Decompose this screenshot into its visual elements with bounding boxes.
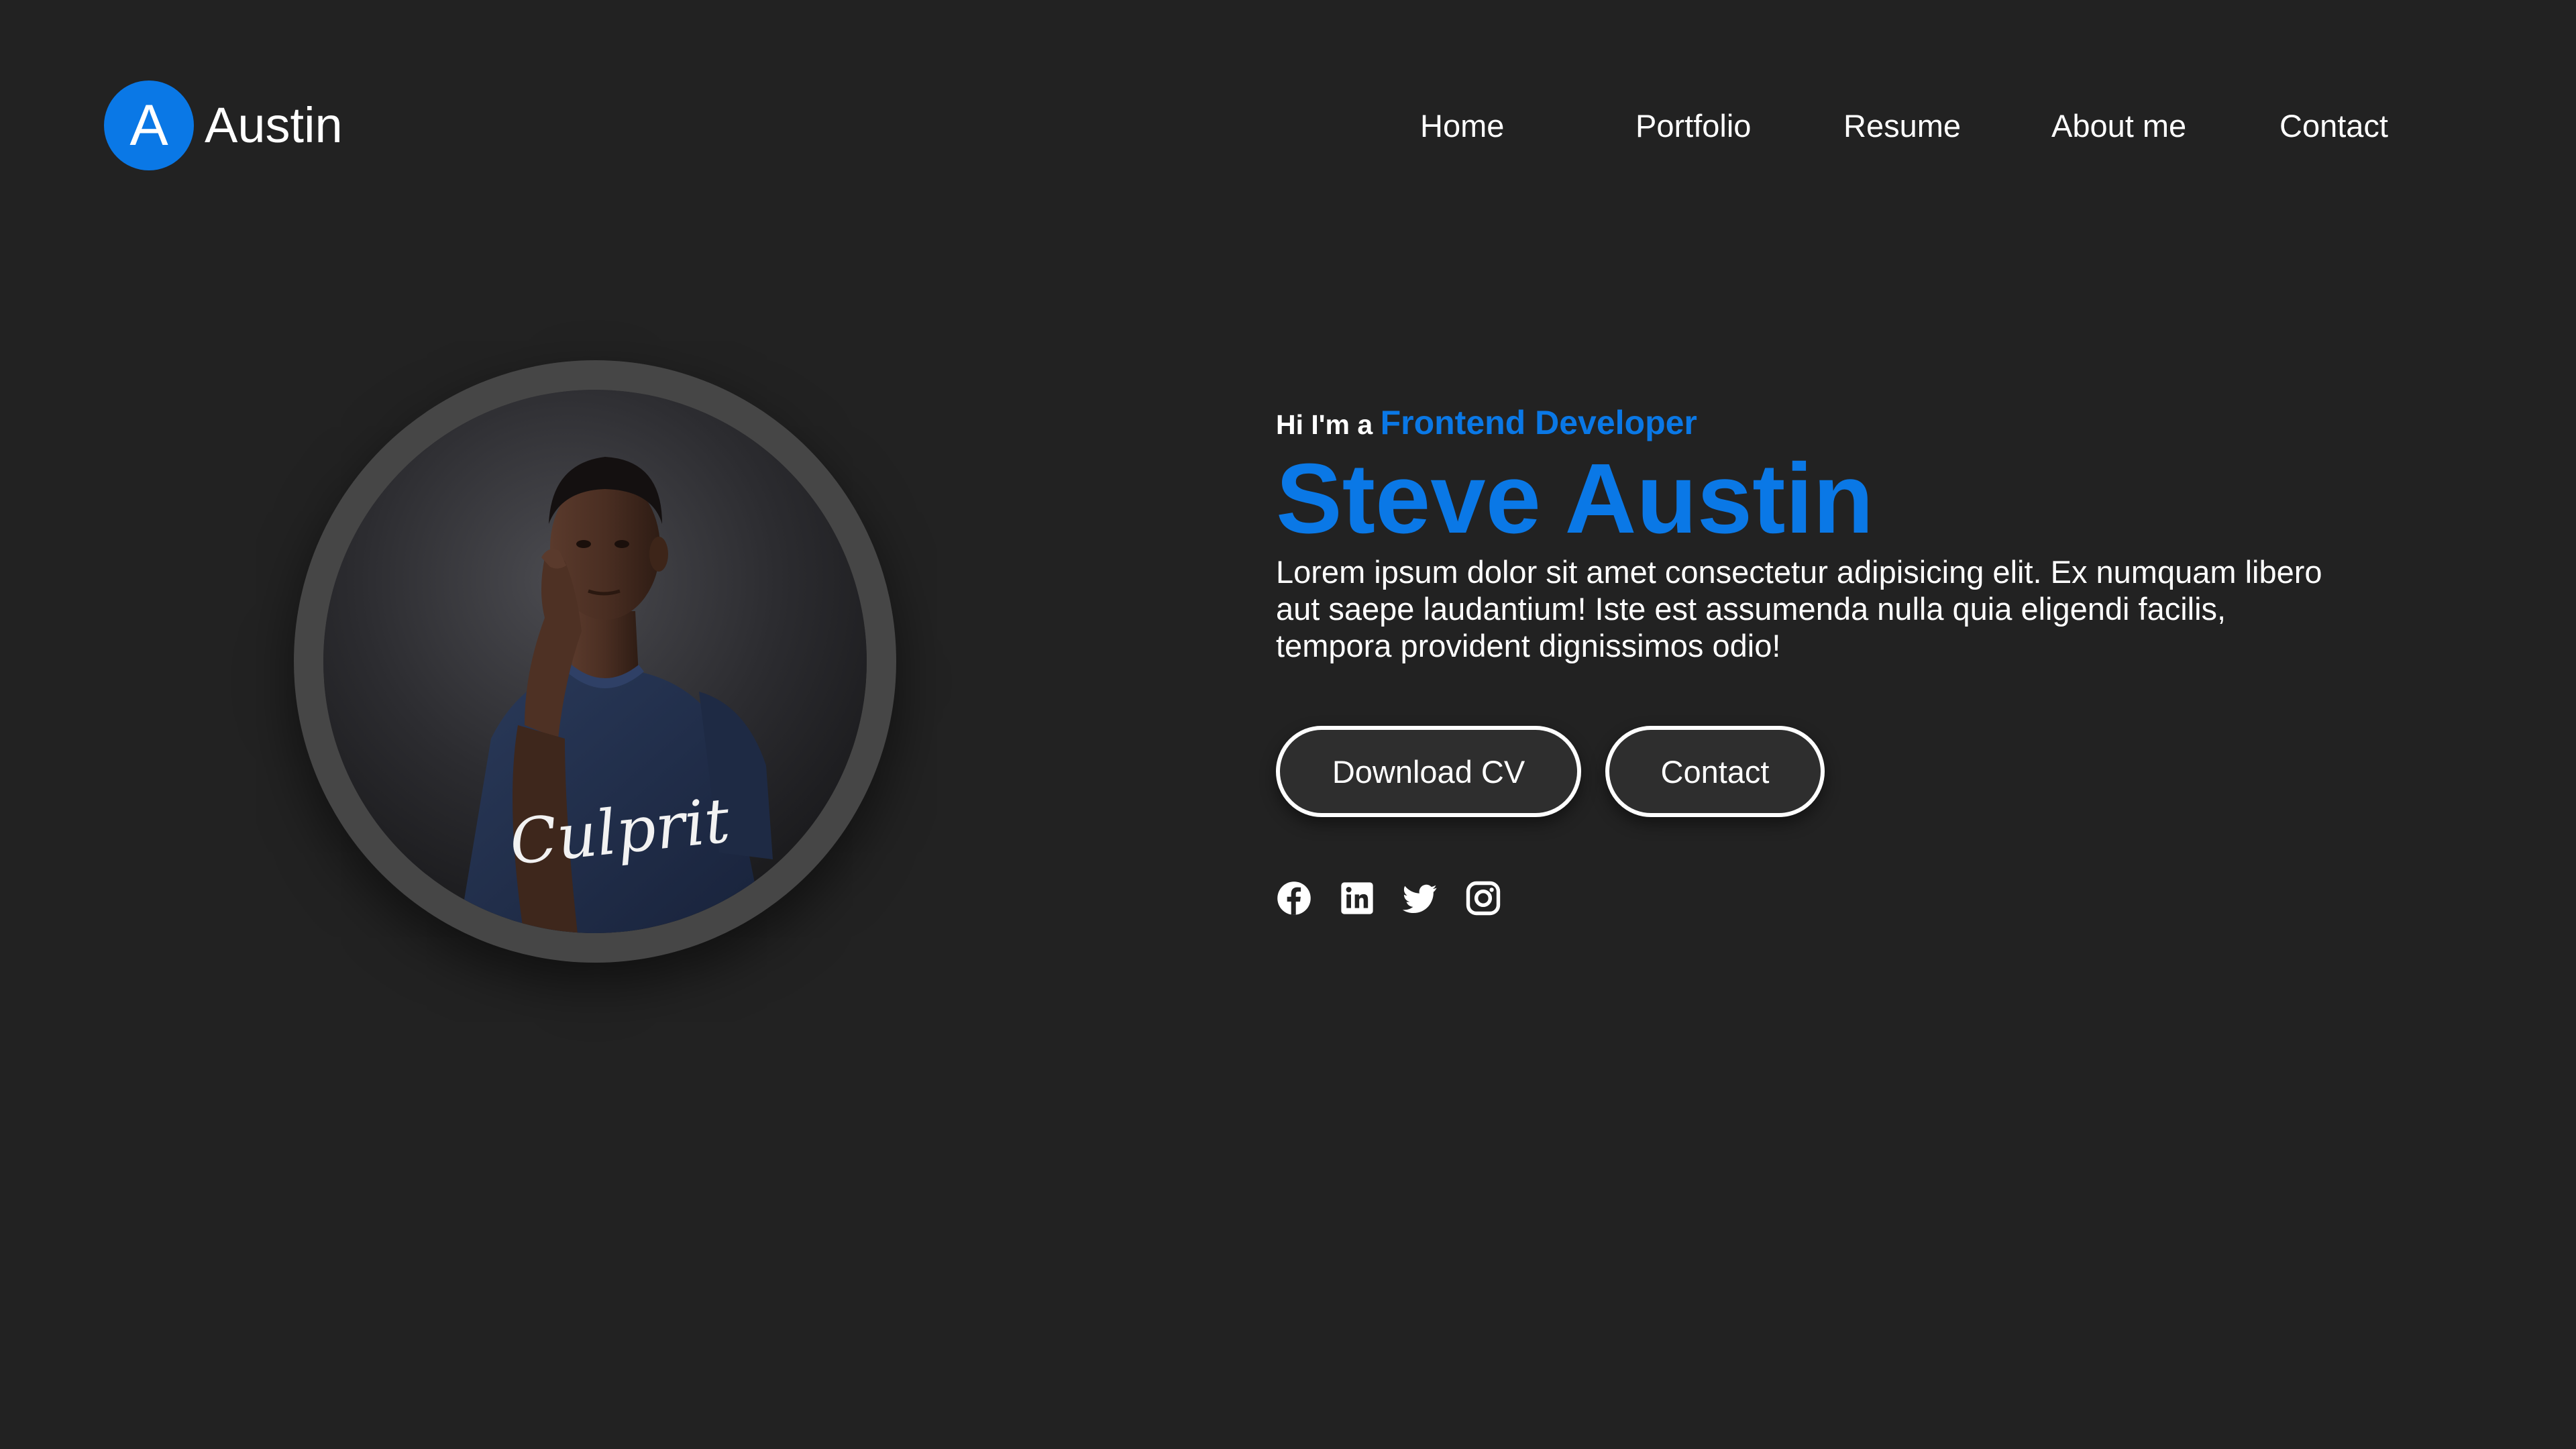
hero-description: Lorem ipsum dolor sit amet consectetur a… (1276, 554, 2322, 663)
profile-photo-frame: Culprit (294, 360, 896, 963)
intro-role: Frontend Developer (1380, 404, 1697, 441)
nav-link-contact[interactable]: Contact (2279, 104, 2388, 148)
intro-prefix: Hi I'm a (1276, 409, 1373, 440)
nav-link-about[interactable]: About me (2051, 104, 2186, 148)
linkedin-icon[interactable] (1339, 880, 1375, 916)
page: A Austin Home Portfolio Resume About me … (0, 0, 2576, 1449)
profile-photo: Culprit (323, 390, 867, 933)
profile-photo-illustration: Culprit (323, 390, 867, 933)
facebook-icon[interactable] (1276, 880, 1312, 916)
hero-section: Hi I'm a Frontend Developer Steve Austin… (1276, 399, 2322, 664)
main-nav: Home Portfolio Resume About me Contact (0, 104, 2576, 148)
hero-intro: Hi I'm a Frontend Developer (1276, 399, 2322, 446)
nav-link-resume[interactable]: Resume (1843, 104, 1961, 148)
nav-link-home[interactable]: Home (1420, 104, 1504, 148)
twitter-icon[interactable] (1402, 880, 1438, 916)
instagram-icon[interactable] (1465, 880, 1501, 916)
social-links (1276, 880, 1501, 916)
contact-button[interactable]: Contact (1605, 726, 1825, 817)
nav-link-portfolio[interactable]: Portfolio (1635, 104, 1751, 148)
hero-name: Steve Austin (1276, 443, 1874, 554)
hero-buttons: Download CV Contact (1276, 726, 1825, 817)
download-cv-button[interactable]: Download CV (1276, 726, 1581, 817)
